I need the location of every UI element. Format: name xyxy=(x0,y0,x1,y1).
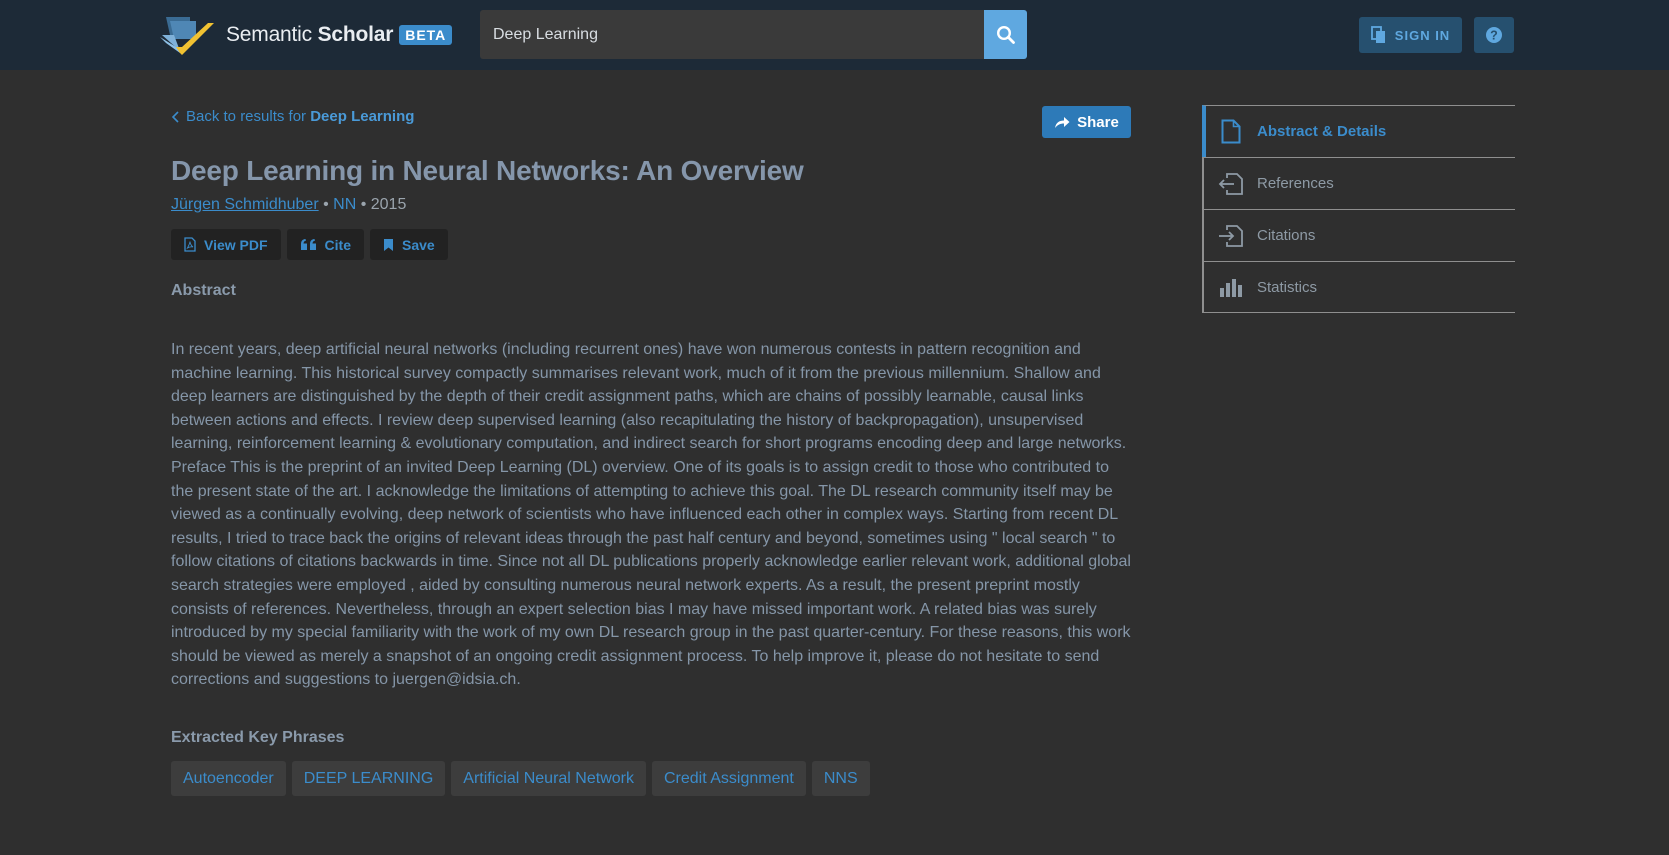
chevron-left-icon xyxy=(171,110,179,123)
view-pdf-label: View PDF xyxy=(204,236,268,253)
cite-label: Cite xyxy=(324,236,351,253)
nav-label: Statistics xyxy=(1257,278,1318,296)
view-pdf-button[interactable]: View PDF xyxy=(171,229,281,260)
paper-title: Deep Learning in Neural Networks: An Ove… xyxy=(171,155,804,186)
save-button[interactable]: Save xyxy=(370,229,448,260)
citations-icon xyxy=(1218,223,1244,249)
key-phrase-chip[interactable]: NNS xyxy=(811,761,870,796)
bookmark-icon xyxy=(384,238,393,251)
sign-in-button[interactable]: SIGN IN xyxy=(1359,17,1462,53)
semantic-scholar-logo[interactable]: Semantic Scholar BETA xyxy=(160,12,453,58)
key-phrase-chip[interactable]: Artificial Neural Network xyxy=(451,761,646,796)
quote-icon xyxy=(300,239,316,250)
paper-meta: Jürgen Schmidhuber • NN • 2015 xyxy=(171,196,406,214)
references-icon xyxy=(1218,171,1244,197)
abstract-text: In recent years, deep artificial neural … xyxy=(171,341,1131,689)
nav-label: Abstract & Details xyxy=(1257,123,1387,140)
logo-text: Semantic Scholar xyxy=(226,23,393,47)
nav-item-statistics[interactable]: Statistics xyxy=(1202,261,1515,313)
key-phrase-chip[interactable]: DEEP LEARNING xyxy=(291,761,446,796)
share-button[interactable]: Share xyxy=(1042,106,1131,138)
beta-badge: BETA xyxy=(399,25,453,45)
back-query: Deep Learning xyxy=(310,108,415,125)
documents-icon xyxy=(1370,26,1385,43)
key-phrases-list: Autoencoder DEEP LEARNING Artificial Neu… xyxy=(171,761,870,796)
help-button[interactable]: ? xyxy=(1474,17,1514,53)
author-link[interactable]: Jürgen Schmidhuber xyxy=(171,196,319,213)
logo-text-bold: Scholar xyxy=(317,23,394,46)
nav-item-abstract-details[interactable]: Abstract & Details xyxy=(1202,105,1515,157)
document-icon xyxy=(1218,119,1244,145)
key-phrase-chip[interactable]: Credit Assignment xyxy=(651,761,806,796)
nav-item-citations[interactable]: Citations xyxy=(1202,209,1515,261)
venue-link[interactable]: NN xyxy=(333,196,356,213)
key-phrase-chip[interactable]: Autoencoder xyxy=(171,761,286,796)
search-input[interactable] xyxy=(480,10,984,59)
year: 2015 xyxy=(370,196,407,213)
search-icon xyxy=(996,25,1015,44)
statistics-icon xyxy=(1218,274,1244,300)
nav-item-references[interactable]: References xyxy=(1202,157,1515,209)
search-button[interactable] xyxy=(984,10,1027,59)
top-header: Semantic Scholar BETA SIGN IN ? xyxy=(0,0,1669,70)
abstract-heading: Abstract xyxy=(171,282,236,299)
nav-label: References xyxy=(1257,175,1334,192)
paper-actions: View PDF Cite Save xyxy=(171,229,448,260)
meta-separator: • xyxy=(356,196,371,213)
key-phrases-heading: Extracted Key Phrases xyxy=(171,729,345,746)
share-arrow-icon xyxy=(1055,116,1070,128)
paper-side-nav: Abstract & Details References Citations xyxy=(1202,105,1515,313)
pdf-icon xyxy=(184,237,196,252)
back-to-results-link[interactable]: Back to results for Deep Learning xyxy=(171,108,414,125)
logo-mark-icon xyxy=(160,17,214,55)
cite-button[interactable]: Cite xyxy=(286,229,364,260)
back-prefix: Back to results for xyxy=(186,108,311,125)
share-label: Share xyxy=(1077,113,1119,131)
logo-text-light: Semantic xyxy=(226,23,318,46)
search-bar xyxy=(480,10,1027,59)
meta-separator: • xyxy=(318,196,334,213)
help-icon: ? xyxy=(1486,27,1502,43)
save-label: Save xyxy=(402,236,435,253)
nav-label: Citations xyxy=(1257,227,1316,244)
svg-text:?: ? xyxy=(1490,28,1498,42)
sign-in-label: SIGN IN xyxy=(1394,27,1451,43)
